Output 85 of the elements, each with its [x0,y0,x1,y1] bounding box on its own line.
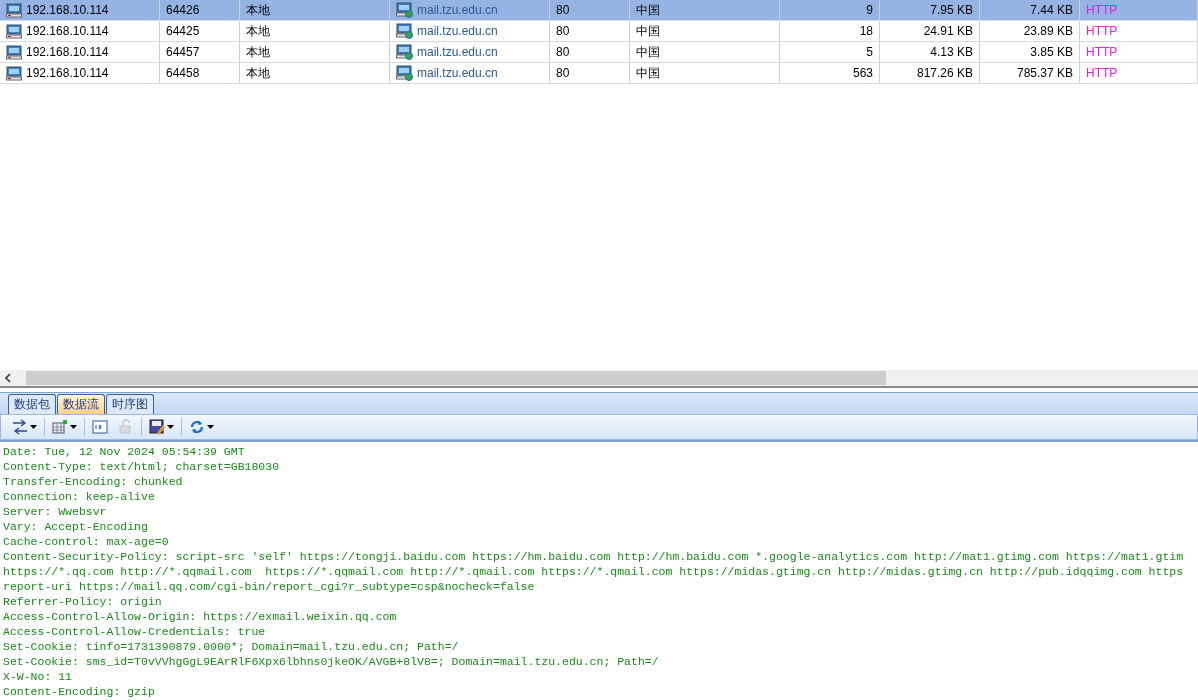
packet-count-text: 563 [852,65,873,82]
caret-icon [207,425,214,429]
port-text: 64425 [166,23,200,40]
port-text: 64458 [166,65,200,82]
protocol-text: HTTP [1086,65,1118,82]
computer-globe-icon [396,23,413,39]
ip-address-text: 192.168.10.114 [26,2,109,19]
stream-text-line: Set-Cookie: tinfo=1731390879.0000*; Domain=mail.tzu.edu.cn; Path=/ [3,639,460,654]
stream-text-line: Date: Tue, 12 Nov 2024 05:54:39 GMT [3,444,246,459]
stream-text-line: report-uri https://mail.qq.com/cgi-bin/report_cgi?r_subtype=csp&nocheck=false [3,579,536,594]
stream-text-line: Connection: keep-alive [3,489,156,504]
size-text: 7.95 KB [930,2,973,19]
caret-icon [167,425,174,429]
computer-icon [6,44,22,60]
hex-icon [92,419,108,435]
scroll-left-icon[interactable] [4,373,12,383]
lock-icon [118,419,134,435]
refresh-icon [189,419,205,435]
protocol-text: HTTP [1086,44,1118,61]
connection-row[interactable]: 192.168.10.114 64458 本地 mail.tzu.edu.cn 80 中国 563 817.26 KB 785.37 KB HTTP [0,63,1198,84]
port-text: 80 [556,65,570,82]
computer-icon [6,2,22,18]
computer-icon [6,23,22,39]
stream-text-line: Server: Wwebsvr [3,504,108,519]
scrollbar-thumb[interactable] [26,371,886,385]
port-text: 80 [556,23,570,40]
stream-text-line: https://*.qq.com http://*.qqmail.com https://*.qqmail.com http://*.qmail.com https://*.qmail.com https://midas.gtimg.cn http://midas.gtimg.cn http://pub.idqqimg.com https [3,564,1185,579]
grid-icon [52,419,68,435]
host-text: mail.tzu.edu.cn [417,44,498,61]
location-text: 本地 [246,2,270,19]
location-text: 本地 [246,44,270,61]
connection-row[interactable]: 192.168.10.114 64457 本地 mail.tzu.edu.cn 80 中国 5 4.13 KB 3.85 KB HTTP [0,42,1198,63]
packet-count-text: 9 [866,2,873,19]
stream-text-line: Access-Control-Allow-Credentials: true [3,624,267,639]
size-text: 817.26 KB [916,65,973,82]
save-icon [149,419,165,435]
stream-text-line: Cache-control: max-age=0 [3,534,170,549]
size-text: 23.89 KB [1023,23,1073,40]
caret-icon [70,425,77,429]
port-text: 80 [556,44,570,61]
computer-globe-icon [396,44,413,60]
ip-address-text: 192.168.10.114 [26,23,109,40]
protocol-text: HTTP [1086,23,1118,40]
connection-row[interactable]: 192.168.10.114 64425 本地 mail.tzu.edu.cn 80 中国 18 24.91 KB 23.89 KB HTTP [0,21,1198,42]
stream-text-line: Transfer-Encoding: chunked [3,474,184,489]
computer-icon [6,65,22,81]
size-text: 7.44 KB [1030,2,1073,19]
packet-count-text: 18 [859,23,873,40]
country-text: 中国 [636,65,660,82]
ip-address-text: 192.168.10.114 [26,44,109,61]
protocol-text: HTTP [1086,2,1118,19]
port-text: 64457 [166,44,200,61]
size-text: 4.13 KB [930,44,973,61]
tab[interactable]: 数据包 [8,394,56,414]
horizontal-scrollbar[interactable] [0,370,1198,386]
size-text: 24.91 KB [923,23,973,40]
host-text: mail.tzu.edu.cn [417,65,498,82]
country-text: 中国 [636,23,660,40]
country-text: 中国 [636,2,660,19]
host-text: mail.tzu.edu.cn [417,2,498,19]
location-text: 本地 [246,23,270,40]
stream-text-line: Vary: Accept-Encoding [3,519,149,534]
stream-text-line: Access-Control-Allow-Origin: https://exmail.weixin.qq.com [3,609,398,624]
port-text: 64426 [166,2,200,19]
connection-row[interactable]: 192.168.10.114 64426 本地 mail.tzu.edu.cn 80 中国 9 7.95 KB 7.44 KB HTTP [0,0,1198,21]
ip-address-text: 192.168.10.114 [26,65,109,82]
location-text: 本地 [246,65,270,82]
stream-text-line: X-W-No: 11 [3,669,73,684]
stream-text-line: Referrer-Policy: origin [3,594,163,609]
size-text: 3.85 KB [1030,44,1073,61]
tab[interactable]: 时序图 [106,394,154,414]
tab[interactable]: 数据流 [57,394,105,414]
arrows-icon [12,419,28,435]
stream-text-line: Set-Cookie: sms_id=T0vVVhgGgL9EArRlF6Xpx6lbhns0jkeOK/AVGB+8lV8=; Domain=mail.tzu.edu.cn; Path=/ [3,654,660,669]
stream-text-line: Content-Type: text/html; charset=GB18030 [3,459,281,474]
host-text: mail.tzu.edu.cn [417,23,498,40]
computer-globe-icon [396,2,413,18]
size-text: 785.37 KB [1016,65,1073,82]
computer-globe-icon [396,65,413,81]
caret-icon [30,425,37,429]
stream-text-line: Content-Encoding: gzip [3,684,156,699]
stream-text-line: Content-Security-Policy: script-src 'self' https://tongji.baidu.com https://hm.baidu.com http://hm.baidu.com *.google-analytics.com http://mat1.gtimg.com https://mat1.gtim [3,549,1185,564]
packet-count-text: 5 [866,44,873,61]
country-text: 中国 [636,44,660,61]
port-text: 80 [556,2,570,19]
